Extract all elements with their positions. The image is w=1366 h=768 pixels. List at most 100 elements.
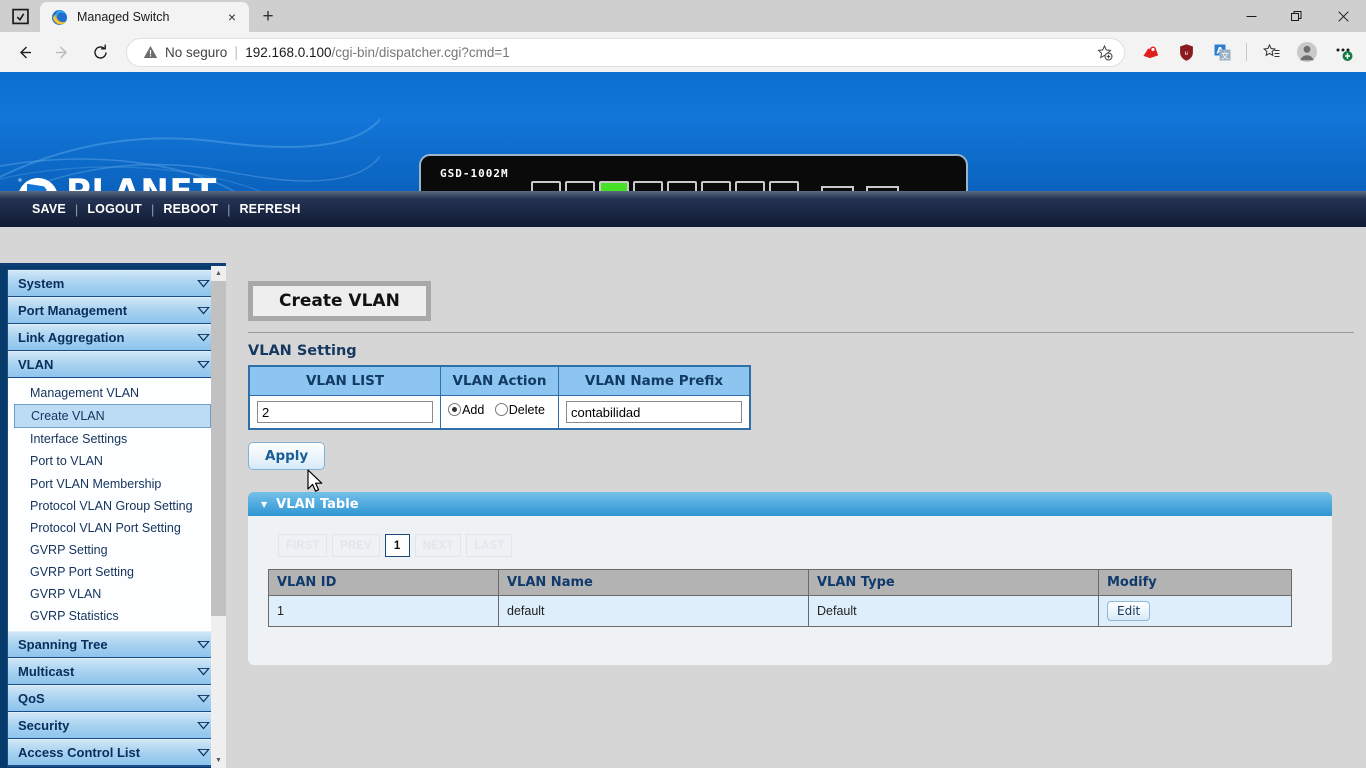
port-2[interactable]: 2 bbox=[565, 181, 595, 191]
sidebar-section-qos[interactable]: QoS ▽ bbox=[8, 685, 217, 712]
cell-vlan-list bbox=[249, 396, 441, 430]
nav-save[interactable]: SAVE bbox=[23, 202, 75, 216]
profile-avatar-icon[interactable] bbox=[1290, 36, 1324, 68]
page-next-button[interactable]: NEXT bbox=[415, 534, 462, 557]
apply-button[interactable]: Apply bbox=[248, 442, 325, 470]
vlan-list-input[interactable] bbox=[257, 401, 433, 423]
vlan-table: VLAN ID VLAN Name VLAN Type Modify 1 def… bbox=[268, 569, 1292, 627]
add-favorite-star-icon[interactable] bbox=[1090, 39, 1118, 65]
chevron-down-icon: ▽ bbox=[198, 639, 210, 650]
sidebar-item-gvrp-vlan[interactable]: GVRP VLAN bbox=[8, 583, 217, 605]
new-tab-button[interactable]: + bbox=[253, 2, 283, 32]
sidebar-scrollbar[interactable]: ▲ ▼ bbox=[211, 266, 226, 768]
radio-delete-icon bbox=[495, 403, 508, 416]
shopping-tag-icon[interactable] bbox=[1133, 36, 1167, 68]
rj45-jack-icon bbox=[531, 181, 561, 191]
title-divider bbox=[248, 332, 1354, 333]
page-1-button[interactable]: 1 bbox=[385, 534, 410, 557]
port-8[interactable]: 8 bbox=[769, 181, 799, 191]
sidebar-container: System ▽ Port Management ▽ Link Aggregat… bbox=[0, 263, 226, 768]
sidebar-section-multicast[interactable]: Multicast ▽ bbox=[8, 658, 217, 685]
radio-delete[interactable]: Delete bbox=[495, 403, 545, 417]
sidebar-section-label: VLAN bbox=[18, 357, 53, 372]
mouse-cursor bbox=[307, 469, 325, 495]
nav-refresh[interactable]: REFRESH bbox=[230, 202, 309, 216]
svg-text:文: 文 bbox=[1221, 50, 1229, 60]
browser-title-bar: Managed Switch × + bbox=[0, 0, 1366, 32]
page-prev-button[interactable]: PREV bbox=[332, 534, 379, 557]
forward-button[interactable] bbox=[44, 36, 80, 68]
reload-button[interactable] bbox=[82, 36, 118, 68]
vlan-setting-table: VLAN LIST VLAN Action VLAN Name Prefix A… bbox=[248, 365, 751, 430]
panel-title: VLAN Table bbox=[276, 497, 358, 512]
port-10[interactable]: 10 bbox=[866, 186, 899, 191]
header-vlan-name-prefix: VLAN Name Prefix bbox=[559, 366, 751, 396]
maximize-restore-button[interactable] bbox=[1274, 0, 1320, 32]
sidebar-item-create-vlan[interactable]: Create VLAN bbox=[14, 404, 211, 428]
back-button[interactable] bbox=[6, 36, 42, 68]
sidebar-item-interface-settings[interactable]: Interface Settings bbox=[8, 428, 217, 450]
port-7[interactable]: 7 bbox=[735, 181, 765, 191]
translate-icon[interactable]: A 文 bbox=[1205, 36, 1239, 68]
rj45-jack-icon bbox=[633, 181, 663, 191]
sidebar-item-management-vlan[interactable]: Management VLAN bbox=[8, 382, 217, 404]
scroll-up-arrow-icon[interactable]: ▲ bbox=[211, 266, 226, 281]
collections-icon[interactable] bbox=[1254, 36, 1288, 68]
sidebar-section-port-management[interactable]: Port Management ▽ bbox=[8, 297, 217, 324]
port-3[interactable]: 3 bbox=[599, 181, 629, 191]
sidebar-item-gvrp-port-setting[interactable]: GVRP Port Setting bbox=[8, 561, 217, 583]
sidebar-item-port-vlan-membership[interactable]: Port VLAN Membership bbox=[8, 473, 217, 495]
page-last-button[interactable]: LAST bbox=[466, 534, 512, 557]
port-5[interactable]: 5 bbox=[667, 181, 697, 191]
rj45-jack-icon bbox=[565, 181, 595, 191]
settings-more-icon[interactable] bbox=[1326, 36, 1360, 68]
port-6[interactable]: 6 bbox=[701, 181, 731, 191]
radio-add-label: Add bbox=[462, 403, 484, 417]
radio-add[interactable]: Add bbox=[448, 403, 484, 417]
close-tab-icon[interactable]: × bbox=[221, 6, 243, 28]
sidebar-section-link-aggregation[interactable]: Link Aggregation ▽ bbox=[8, 324, 217, 351]
sfp-jack-icon bbox=[821, 186, 854, 191]
ublock-shield-icon[interactable]: ᵾ bbox=[1169, 36, 1203, 68]
sfp-port-group: 9 10 bbox=[821, 186, 899, 191]
edit-button[interactable]: Edit bbox=[1107, 601, 1150, 621]
sidebar-item-gvrp-statistics[interactable]: GVRP Statistics bbox=[8, 605, 217, 627]
vlan-table-panel-header[interactable]: ▼ VLAN Table bbox=[248, 492, 1332, 516]
minimize-button[interactable] bbox=[1228, 0, 1274, 32]
svg-text:ᵾ: ᵾ bbox=[1184, 49, 1188, 57]
address-bar[interactable]: No seguro | 192.168.0.100/cgi-bin/dispat… bbox=[126, 38, 1125, 67]
header-vlan-action: VLAN Action bbox=[441, 366, 559, 396]
sidebar-section-spanning-tree[interactable]: Spanning Tree ▽ bbox=[8, 631, 217, 658]
tab-actions-icon[interactable] bbox=[0, 0, 40, 32]
sidebar-item-protocol-vlan-group-setting[interactable]: Protocol VLAN Group Setting bbox=[8, 495, 217, 517]
page-first-button[interactable]: FIRST bbox=[278, 534, 327, 557]
sidebar-section-security[interactable]: Security ▽ bbox=[8, 712, 217, 739]
sidebar-section-access-control-list[interactable]: Access Control List ▽ bbox=[8, 739, 217, 766]
sfp-jack-icon bbox=[866, 186, 899, 191]
omnibox-separator: | bbox=[234, 44, 238, 61]
sidebar-section-vlan[interactable]: VLAN ▽ bbox=[8, 351, 217, 378]
window-controls bbox=[1228, 0, 1366, 32]
port-9[interactable]: 9 bbox=[821, 186, 854, 191]
page-body: System ▽ Port Management ▽ Link Aggregat… bbox=[0, 263, 1366, 768]
sidebar-item-gvrp-setting[interactable]: GVRP Setting bbox=[8, 539, 217, 561]
port-4[interactable]: 4 bbox=[633, 181, 663, 191]
sidebar-section-system[interactable]: System ▽ bbox=[8, 270, 217, 297]
close-window-button[interactable] bbox=[1320, 0, 1366, 32]
sidebar-menu: System ▽ Port Management ▽ Link Aggregat… bbox=[7, 269, 218, 767]
vlan-name-prefix-input[interactable] bbox=[566, 401, 742, 423]
sidebar-item-port-to-vlan[interactable]: Port to VLAN bbox=[8, 450, 217, 472]
edge-globe-icon bbox=[51, 9, 68, 26]
port-1[interactable]: 1 bbox=[531, 181, 561, 191]
collapse-triangle-icon[interactable]: ▼ bbox=[261, 500, 267, 509]
tab-search-glyph bbox=[12, 8, 29, 25]
nav-reboot[interactable]: REBOOT bbox=[154, 202, 227, 216]
scroll-down-arrow-icon[interactable]: ▼ bbox=[211, 753, 226, 768]
sidebar-item-protocol-vlan-port-setting[interactable]: Protocol VLAN Port Setting bbox=[8, 517, 217, 539]
scrollbar-thumb[interactable] bbox=[211, 281, 226, 616]
vlan-setting-heading: VLAN Setting bbox=[248, 343, 1354, 359]
browser-tab[interactable]: Managed Switch × bbox=[40, 2, 249, 32]
nav-logout[interactable]: LOGOUT bbox=[78, 202, 151, 216]
chevron-down-icon: ▽ bbox=[198, 359, 210, 370]
toolbar-divider bbox=[1246, 43, 1247, 61]
